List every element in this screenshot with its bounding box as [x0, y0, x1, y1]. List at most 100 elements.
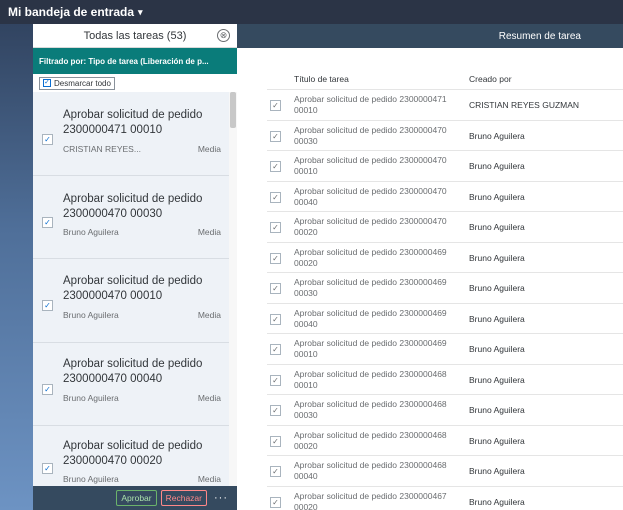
unmark-all-button[interactable]: ✓ Desmarcar todo — [39, 76, 115, 90]
row-task-title-line1: Aprobar solicitud de pedido 2300000468 — [294, 460, 447, 470]
row-task-title-line2: 00010 — [294, 166, 318, 176]
row-created-by: Bruno Aguilera — [469, 252, 525, 263]
table-row[interactable]: ✓ Aprobar solicitud de pedido 2300000469 0… — [267, 243, 623, 273]
row-checkbox[interactable]: ✓ — [270, 222, 281, 233]
inbox-menu-button[interactable]: Mi bandeja de entrada ▾ — [8, 5, 143, 19]
item-checkbox[interactable]: ✓ — [42, 463, 53, 474]
row-checkbox[interactable]: ✓ — [270, 435, 281, 447]
table-row[interactable]: ✓ Aprobar solicitud de pedido 2300000470 0… — [267, 121, 623, 151]
approve-button[interactable]: Aprobar — [116, 490, 157, 506]
table-row[interactable]: ✓ Aprobar solicitud de pedido 2300000469 0… — [267, 334, 623, 365]
filter-info-bar[interactable]: Filtrado por: Tipo de tarea (Liberación … — [33, 48, 237, 74]
table-row[interactable]: ✓ Aprobar solicitud de pedido 2300000468 0… — [267, 426, 623, 456]
column-header-created-by[interactable]: Creado por — [469, 74, 512, 84]
row-task-title-line2: 00010 — [294, 105, 318, 115]
item-title: Aprobar solicitud de pedido 2300000471 0… — [63, 109, 203, 136]
row-checkbox[interactable]: ✓ — [270, 313, 281, 325]
item-priority: Media — [197, 393, 221, 403]
row-task-title-line2: 00040 — [294, 196, 318, 207]
table-row[interactable]: ✓ Aprobar solicitud de pedido 2300000468 0… — [267, 456, 623, 487]
row-checkbox[interactable]: ✓ — [270, 344, 281, 355]
more-options-icon[interactable]: ··· — [211, 492, 231, 504]
row-checkbox[interactable]: ✓ — [270, 191, 281, 203]
row-task-title-line1: Aprobar solicitud de pedido 2300000469 — [294, 277, 447, 287]
reject-button[interactable]: Rechazar — [160, 490, 207, 506]
task-list-footer: Aprobar Rechazar ··· — [33, 486, 237, 510]
task-list-header: Todas las tareas (53) ⊗ — [33, 24, 237, 48]
row-task-title: Aprobar solicitud de pedido 2300000470 00… — [294, 216, 464, 238]
row-checkbox[interactable]: ✓ — [270, 161, 281, 172]
row-checkbox[interactable]: ✓ — [270, 405, 281, 416]
item-priority: Media — [197, 144, 221, 154]
row-created-by: Bruno Aguilera — [469, 496, 525, 507]
list-item[interactable]: ✓ Aprobar solicitud de pedido 2300000471… — [33, 94, 229, 176]
item-checkbox[interactable]: ✓ — [42, 384, 53, 395]
row-task-title-line1: Aprobar solicitud de pedido 2300000470 — [294, 185, 447, 196]
item-checkbox[interactable]: ✓ — [42, 217, 53, 228]
row-task-title: Aprobar solicitud de pedido 2300000468 00… — [294, 460, 464, 482]
row-checkbox[interactable]: ✓ — [270, 283, 281, 294]
item-priority: Media — [197, 227, 221, 237]
row-task-title: Aprobar solicitud de pedido 2300000468 00… — [294, 399, 464, 421]
table-row[interactable]: ✓ Aprobar solicitud de pedido 2300000469 0… — [267, 273, 623, 304]
table-row[interactable]: ✓ Aprobar solicitud de pedido 2300000468 0… — [267, 365, 623, 395]
task-list-panel: Todas las tareas (53) ⊗ Filtrado por: Ti… — [33, 24, 237, 510]
item-title: Aprobar solicitud de pedido 2300000470 0… — [63, 358, 203, 385]
table-row[interactable]: ✓ Aprobar solicitud de pedido 2300000471 0… — [267, 90, 623, 121]
row-task-title: Aprobar solicitud de pedido 2300000469 00… — [294, 277, 464, 299]
item-title: Aprobar solicitud de pedido 2300000470 0… — [63, 193, 203, 220]
row-checkbox[interactable]: ✓ — [270, 130, 281, 142]
row-task-title-line2: 00040 — [294, 318, 318, 329]
item-priority: Media — [197, 310, 221, 320]
row-task-title: Aprobar solicitud de pedido 2300000469 00… — [294, 247, 464, 269]
row-checkbox[interactable]: ✓ — [270, 252, 281, 264]
list-item[interactable]: ✓ Aprobar solicitud de pedido 2300000470… — [33, 260, 229, 343]
row-created-by: Bruno Aguilera — [469, 191, 525, 202]
row-created-by: Bruno Aguilera — [469, 466, 525, 476]
row-task-title: Aprobar solicitud de pedido 2300000471 00… — [294, 94, 464, 116]
scrollbar-thumb[interactable] — [230, 92, 236, 128]
table-row[interactable]: ✓ Aprobar solicitud de pedido 2300000467 0… — [267, 487, 623, 510]
close-icon[interactable]: ⊗ — [217, 29, 230, 42]
row-task-title-line1: Aprobar solicitud de pedido 2300000470 — [294, 216, 447, 226]
row-task-title-line2: 00030 — [294, 288, 318, 298]
row-checkbox[interactable]: ✓ — [270, 374, 281, 386]
row-task-title-line1: Aprobar solicitud de pedido 2300000469 — [294, 338, 447, 348]
row-task-title-line2: 00020 — [294, 440, 318, 451]
column-header-title[interactable]: Título de tarea — [294, 74, 349, 84]
row-task-title: Aprobar solicitud de pedido 2300000470 00… — [294, 125, 464, 147]
row-task-title-line1: Aprobar solicitud de pedido 2300000469 — [294, 246, 447, 257]
row-task-title-line2: 00020 — [294, 257, 318, 268]
row-created-by: Bruno Aguilera — [469, 283, 525, 293]
row-task-title: Aprobar solicitud de pedido 2300000470 00… — [294, 186, 464, 208]
list-item[interactable]: ✓ Aprobar solicitud de pedido 2300000470… — [33, 177, 229, 259]
row-created-by: Bruno Aguilera — [469, 222, 525, 232]
row-task-title-line2: 00020 — [294, 501, 318, 510]
row-task-title-line1: Aprobar solicitud de pedido 2300000470 — [294, 124, 447, 135]
row-created-by: Bruno Aguilera — [469, 130, 525, 141]
item-author: CRISTIAN REYES... — [63, 144, 141, 154]
item-title: Aprobar solicitud de pedido 2300000470 0… — [63, 440, 203, 467]
row-created-by: Bruno Aguilera — [469, 405, 525, 415]
row-created-by: Bruno Aguilera — [469, 161, 525, 171]
table-row[interactable]: ✓ Aprobar solicitud de pedido 2300000470 0… — [267, 212, 623, 243]
table-row[interactable]: ✓ Aprobar solicitud de pedido 2300000470 0… — [267, 182, 623, 212]
table-row[interactable]: ✓ Aprobar solicitud de pedido 2300000468 0… — [267, 395, 623, 426]
row-task-title-line1: Aprobar solicitud de pedido 2300000470 — [294, 155, 447, 165]
item-checkbox[interactable]: ✓ — [42, 300, 53, 311]
row-checkbox[interactable]: ✓ — [270, 496, 281, 508]
task-list-scrollbar[interactable] — [229, 92, 237, 510]
table-row[interactable]: ✓ Aprobar solicitud de pedido 2300000469 0… — [267, 304, 623, 334]
table-row[interactable]: ✓ Aprobar solicitud de pedido 2300000470 0… — [267, 151, 623, 182]
row-task-title-line2: 00030 — [294, 135, 318, 146]
row-checkbox[interactable]: ✓ — [270, 100, 281, 111]
row-created-by: Bruno Aguilera — [469, 374, 525, 385]
list-item[interactable]: ✓ Aprobar solicitud de pedido 2300000470… — [33, 427, 229, 487]
list-item[interactable]: ✓ Aprobar solicitud de pedido 2300000470… — [33, 344, 229, 426]
row-checkbox[interactable]: ✓ — [270, 466, 281, 477]
item-checkbox[interactable]: ✓ — [42, 134, 53, 145]
item-author: Bruno Aguilera — [63, 474, 119, 484]
row-task-title: Aprobar solicitud de pedido 2300000469 00… — [294, 338, 464, 360]
inbox-title: Mi bandeja de entrada — [8, 5, 135, 19]
task-summary-table: Título de tarea Creado por ✓ Aprobar soli… — [267, 66, 623, 510]
